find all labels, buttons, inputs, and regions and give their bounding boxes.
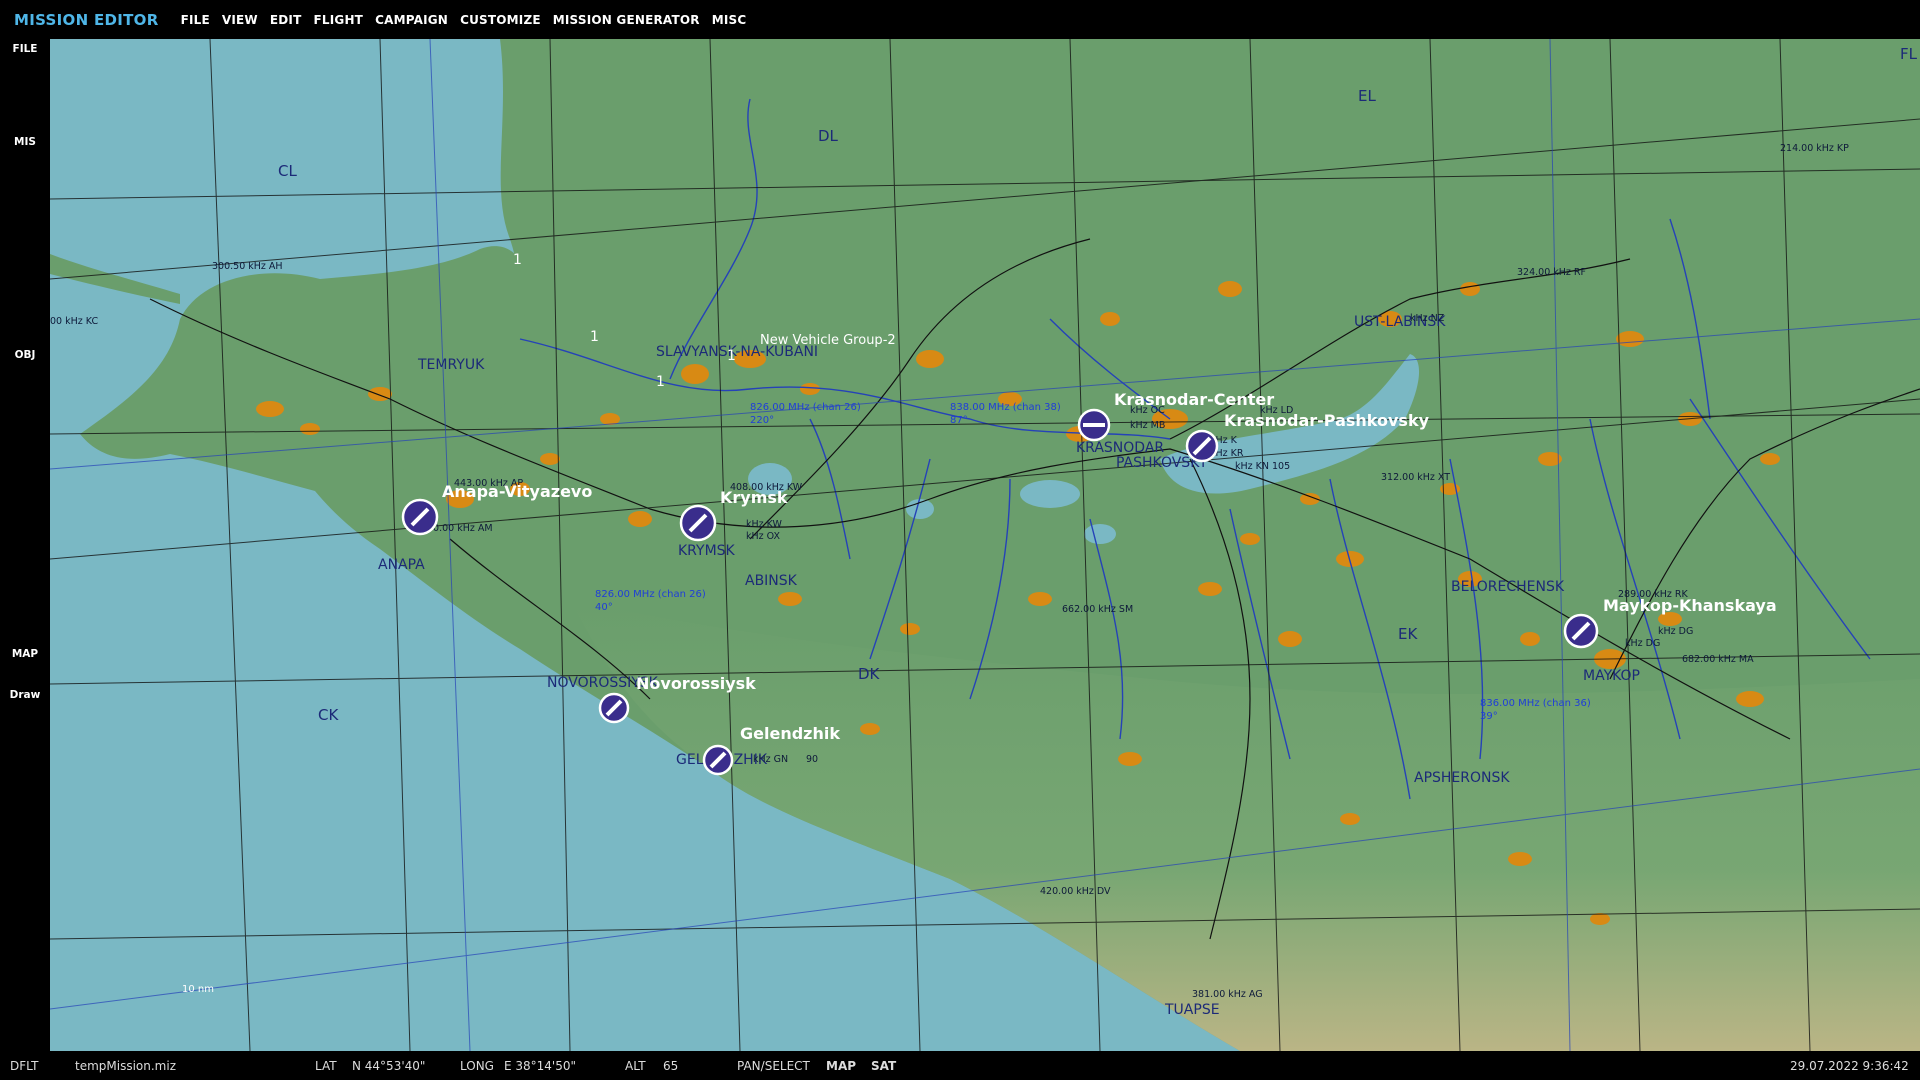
status-alt-value: 65 [663, 1059, 679, 1073]
airfield-krasnodar-pashkovsky[interactable] [1185, 429, 1219, 463]
beacon-mb: kHz MB [1130, 420, 1165, 431]
menu-view[interactable]: VIEW [222, 13, 258, 27]
lake-4 [1084, 524, 1116, 544]
city-belorechensk: BELORECHENSK [1451, 579, 1565, 595]
lake-1 [1020, 480, 1080, 508]
beacon-xt: 312.00 kHz XT [1381, 472, 1450, 483]
menu-mission-generator[interactable]: MISSION GENERATOR [553, 13, 700, 27]
tacan-heading-40: 40° [595, 602, 613, 613]
grid-label-dk: DK [858, 665, 881, 683]
airfield-krymsk[interactable] [679, 504, 717, 542]
sidebar-file-button[interactable]: FILE [0, 43, 50, 55]
waypoint-label-1b[interactable]: 1 [590, 329, 599, 345]
airfield-name-gelendzhik[interactable]: Gelendzhik [740, 724, 840, 743]
waypoint-label-1a[interactable]: 1 [513, 252, 522, 268]
tacan-freq-26: 826.00 MHz (chan 26) [750, 402, 861, 413]
tacan-heading-220: 220° [750, 415, 774, 426]
city-tuapse: TUAPSE [1164, 1002, 1220, 1018]
sidebar-objects-button[interactable]: OBJ [0, 349, 50, 361]
unit-group-label[interactable]: New Vehicle Group-2 [760, 333, 896, 348]
airfield-name-krymsk[interactable]: Krymsk [720, 488, 788, 507]
city-apsheronsk: APSHERONSK [1414, 770, 1510, 786]
city-maykop: MAYKOP [1583, 668, 1640, 684]
menu-misc[interactable]: MISC [712, 13, 747, 27]
beacon-dv: 420.00 kHz DV [1040, 886, 1111, 897]
grid-label-dl: DL [818, 127, 839, 145]
pan-select-button[interactable]: PAN/SELECT [737, 1059, 810, 1073]
beacon-rf: 324.00 kHz RF [1517, 267, 1586, 278]
waypoint-label-1c[interactable]: 1 [656, 374, 665, 390]
status-lat-value: N 44°53'40" [352, 1059, 426, 1073]
sidebar-mission-button[interactable]: MIS [0, 136, 50, 148]
tacan-heading-39: 39° [1480, 711, 1498, 722]
status-lat-label: LAT [315, 1059, 337, 1073]
airfield-novorossiysk[interactable] [598, 692, 630, 724]
beacon-kw2: kHz KW [746, 519, 783, 530]
status-bar: DFLT tempMission.miz LAT N 44°53'40" LON… [0, 1051, 1920, 1080]
coastal-spit [50, 254, 180, 304]
status-datetime: 29.07.2022 9:36:42 [1790, 1059, 1909, 1073]
waypoint-label-1d[interactable]: 1 [727, 348, 736, 364]
beacon-gn: kHz GN [753, 754, 788, 765]
city-krymsk: KRYMSK [678, 543, 736, 559]
beacon-sm: 662.00 kHz SM [1062, 604, 1133, 615]
grid-label-ek: EK [1398, 625, 1418, 643]
city-abinsk: ABINSK [745, 573, 798, 589]
city-anapa: ANAPA [378, 557, 425, 573]
sidebar-draw-button[interactable]: Draw [0, 689, 50, 701]
status-long-value: E 38°14'50" [504, 1059, 577, 1073]
airfield-name-krasnodar-pashkovsky[interactable]: Krasnodar-Pashkovsky [1224, 411, 1430, 430]
beacon-kp: 214.00 kHz KP [1780, 143, 1849, 154]
menu-file[interactable]: FILE [181, 13, 210, 27]
map-mode-button[interactable]: MAP [826, 1059, 856, 1073]
beacon-ox: kHz OX [746, 531, 781, 542]
airfield-gelendzhik[interactable] [702, 744, 734, 776]
airfield-name-anapa[interactable]: Anapa-Vityazevo [442, 482, 592, 501]
beacon-kc: 00 kHz KC [50, 316, 98, 327]
airfield-name-novorossiysk[interactable]: Novorossiysk [636, 674, 756, 693]
menu-edit[interactable]: EDIT [270, 13, 302, 27]
tacan-freq-38: 838.00 MHz (chan 38) [950, 402, 1061, 413]
status-dflt: DFLT [10, 1059, 39, 1073]
beacon-am: 30.00 kHz AM [427, 523, 493, 534]
sat-mode-button[interactable]: SAT [871, 1059, 896, 1073]
city-temryuk: TEMRYUK [417, 357, 485, 373]
beacon-nz: kHz NZ [1410, 313, 1445, 324]
top-menu-bar: MISSION EDITOR FILE VIEW EDIT FLIGHT CAM… [0, 0, 1920, 39]
beacon-ma: 682.00 kHz MA [1682, 654, 1754, 665]
airfield-maykop[interactable] [1563, 613, 1599, 649]
beacon-gn-number: 90 [806, 754, 818, 765]
left-toolbar: FILE MIS OBJ MAP Draw [0, 39, 50, 1051]
beacon-dg1: kHz DG [1658, 626, 1693, 637]
grid-label-fl: FL [1900, 45, 1918, 63]
app-title: MISSION EDITOR [14, 10, 159, 29]
status-alt-label: ALT [625, 1059, 646, 1073]
sidebar-map-button[interactable]: MAP [0, 648, 50, 660]
airfield-anapa[interactable] [401, 498, 439, 536]
status-mission-file: tempMission.miz [75, 1059, 177, 1073]
beacon-ah: 300.50 kHz AH [212, 261, 283, 272]
grid-label-el: EL [1358, 87, 1376, 105]
map-scale-label: 10 nm [182, 984, 214, 995]
beacon-ag: 381.00 kHz AG [1192, 989, 1263, 1000]
status-long-label: LONG [460, 1059, 494, 1073]
airfield-name-maykop[interactable]: Maykop-Khanskaya [1603, 596, 1777, 615]
menu-flight[interactable]: FLIGHT [313, 13, 363, 27]
map-canvas[interactable]: CL DL EL CK DK EK FL TEMRYUK SLAVYANSK-N… [50, 39, 1920, 1051]
airfield-krasnodar-center[interactable] [1077, 408, 1111, 442]
airfield-name-krasnodar-center[interactable]: Krasnodar-Center [1114, 390, 1274, 409]
grid-label-cl: CL [278, 162, 297, 180]
tacan-freq-36: 836.00 MHz (chan 36) [1480, 698, 1591, 709]
tacan-heading-87: 87° [950, 415, 968, 426]
beacon-kn: kHz KN 105 [1235, 461, 1290, 472]
menu-campaign[interactable]: CAMPAIGN [375, 13, 448, 27]
beacon-dg2: kHz DG [1625, 638, 1660, 649]
city-krasnodar: KRASNODAR [1076, 440, 1164, 456]
map-view[interactable]: CL DL EL CK DK EK FL TEMRYUK SLAVYANSK-N… [50, 39, 1920, 1051]
menu-customize[interactable]: CUSTOMIZE [460, 13, 541, 27]
tacan-freq-26b: 826.00 MHz (chan 26) [595, 589, 706, 600]
grid-label-ck: CK [318, 706, 339, 724]
